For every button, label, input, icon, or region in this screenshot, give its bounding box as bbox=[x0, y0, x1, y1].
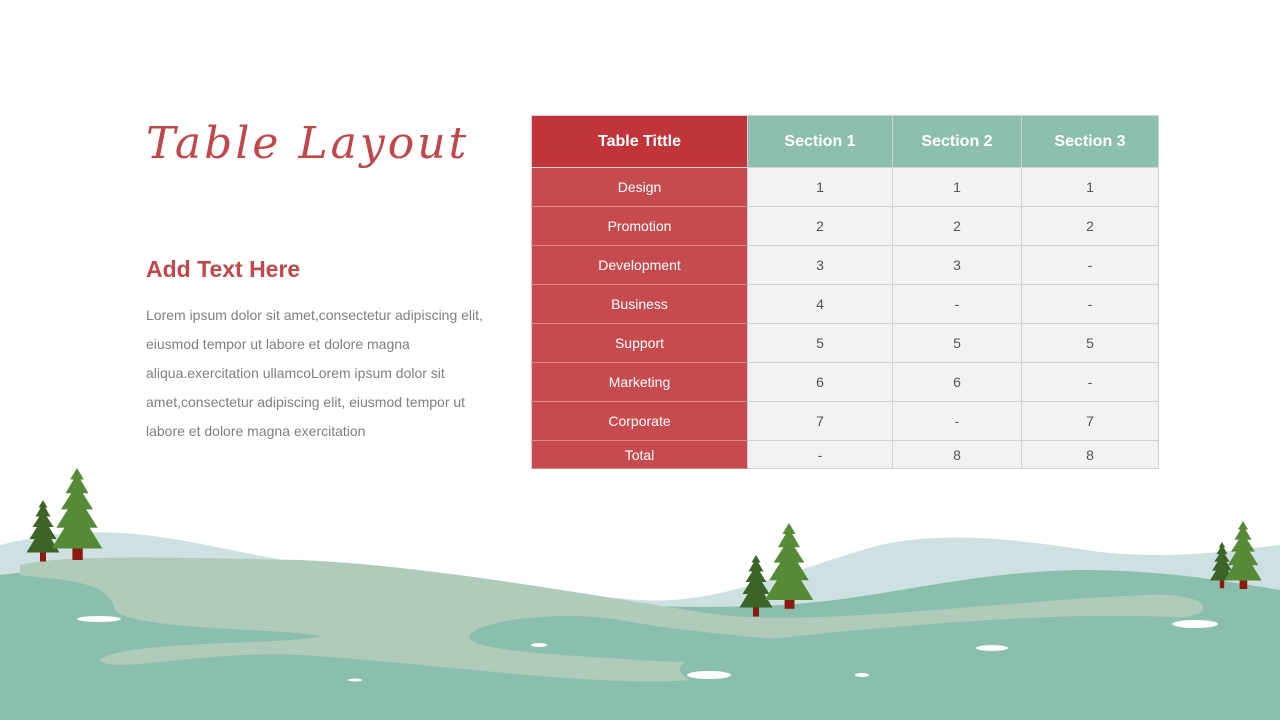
table-cell: 5 bbox=[747, 323, 893, 363]
table-header-title: Table Tittle bbox=[531, 115, 748, 168]
snow-patch bbox=[531, 643, 547, 647]
table-cell: 1 bbox=[747, 167, 893, 207]
body-paragraph: Lorem ipsum dolor sit amet,consectetur a… bbox=[146, 307, 483, 439]
table-cell: 7 bbox=[747, 401, 893, 441]
table-cell: 3 bbox=[892, 245, 1022, 285]
row-label: Corporate bbox=[531, 401, 748, 441]
table-cell: 3 bbox=[747, 245, 893, 285]
table-cell: 2 bbox=[1021, 206, 1159, 246]
data-table: Table Tittle Section 1 Section 2 Section… bbox=[531, 115, 1159, 469]
snow-patch bbox=[855, 673, 869, 677]
row-label: Business bbox=[531, 284, 748, 324]
table-cell: - bbox=[892, 401, 1022, 441]
table-cell: 1 bbox=[892, 167, 1022, 207]
table-row: Support 5 5 5 bbox=[531, 323, 1159, 363]
snow-patch bbox=[77, 616, 121, 622]
row-label: Design bbox=[531, 167, 748, 207]
snow-patch bbox=[976, 645, 1008, 651]
table-cell: - bbox=[1021, 284, 1159, 324]
slide-title: Table Layout bbox=[146, 118, 470, 169]
table-cell: 6 bbox=[892, 362, 1022, 402]
snow-patch bbox=[687, 671, 731, 679]
row-label: Promotion bbox=[531, 206, 748, 246]
table-row: Business 4 - - bbox=[531, 284, 1159, 324]
row-label: Support bbox=[531, 323, 748, 363]
snow-patch bbox=[1172, 620, 1218, 628]
landscape-illustration bbox=[0, 468, 1280, 720]
row-label: Marketing bbox=[531, 362, 748, 402]
table-cell: - bbox=[1021, 245, 1159, 285]
table-cell: 5 bbox=[892, 323, 1022, 363]
table-header-section-3: Section 3 bbox=[1021, 115, 1159, 168]
table-header-section-2: Section 2 bbox=[892, 115, 1022, 168]
table-cell: - bbox=[1021, 362, 1159, 402]
row-label: Development bbox=[531, 245, 748, 285]
slide-subtitle: Add Text Here bbox=[146, 256, 301, 282]
table-cell: 2 bbox=[892, 206, 1022, 246]
table-cell: 6 bbox=[747, 362, 893, 402]
pine-tree-icon bbox=[764, 523, 814, 609]
table-cell: 5 bbox=[1021, 323, 1159, 363]
snow-patch bbox=[348, 678, 362, 682]
table-cell: 7 bbox=[1021, 401, 1159, 441]
table-cell: - bbox=[892, 284, 1022, 324]
table-row: Development 3 3 - bbox=[531, 245, 1159, 285]
table-row: Marketing 6 6 - bbox=[531, 362, 1159, 402]
table-row: Promotion 2 2 2 bbox=[531, 206, 1159, 246]
pine-tree-icon bbox=[51, 468, 103, 560]
table-cell: 2 bbox=[747, 206, 893, 246]
table-row: Design 1 1 1 bbox=[531, 167, 1159, 207]
table-header-section-1: Section 1 bbox=[747, 115, 893, 168]
pine-tree-icon bbox=[26, 500, 60, 562]
table-cell: 4 bbox=[747, 284, 893, 324]
table-row: Corporate 7 - 7 bbox=[531, 401, 1159, 441]
table-cell: 1 bbox=[1021, 167, 1159, 207]
table-header-row: Table Tittle Section 1 Section 2 Section… bbox=[531, 115, 1159, 168]
